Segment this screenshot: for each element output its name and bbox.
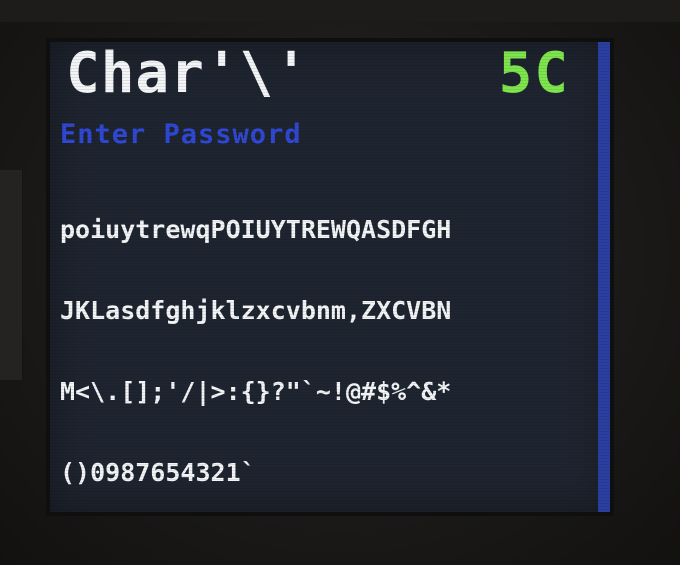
charset-line-2[interactable]: JKLasdfghjklzxcvbnm,ZXCVBN (60, 297, 596, 324)
character-set-list[interactable]: poiuytrewqPOIUYTREWQASDFGH JKLasdfghjklz… (60, 162, 596, 512)
charset-line-3[interactable]: M<\.[];'/|>:{}?"`~!@#$%^&* (60, 378, 596, 405)
device-bezel-top (0, 0, 680, 22)
screen-title: Char'\' (66, 42, 310, 106)
lcd-screen: Char'\' 5C Enter Password poiuytrewqPOIU… (50, 42, 610, 512)
device-body: Char'\' 5C Enter Password poiuytrewqPOIU… (0, 0, 680, 565)
charset-line-1[interactable]: poiuytrewqPOIUYTREWQASDFGH (60, 216, 596, 243)
character-counter: 5C (498, 42, 570, 106)
device-side-slot (0, 170, 23, 380)
scroll-bar[interactable] (598, 42, 610, 512)
charset-line-4[interactable]: ()0987654321` (60, 459, 596, 486)
password-prompt: Enter Password (60, 119, 302, 150)
